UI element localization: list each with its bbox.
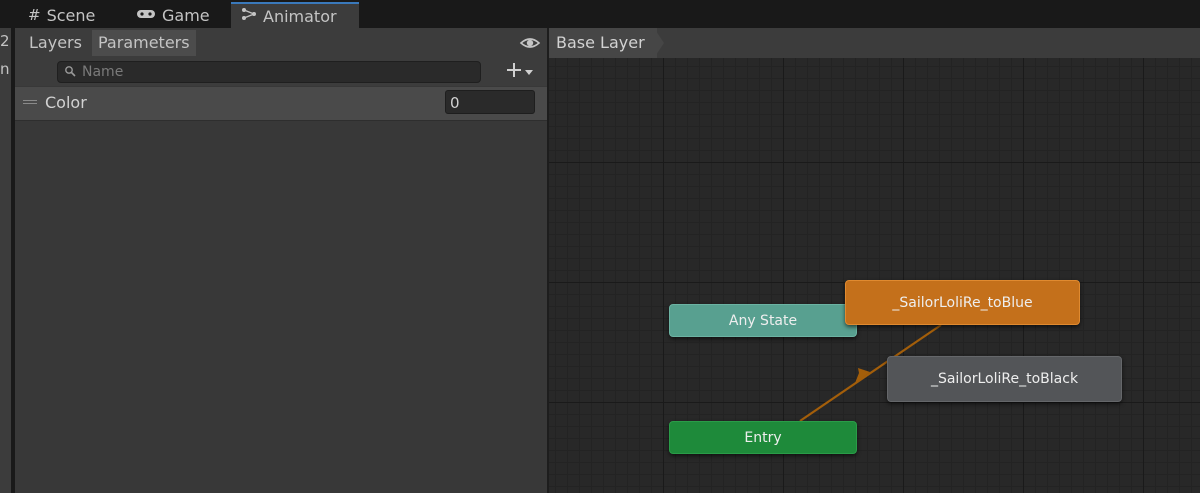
state-default-to-blue[interactable]: _SailorLoliRe_toBlue [845,280,1080,325]
any-state-label: Any State [728,312,798,329]
drag-handle-icon[interactable] [23,100,37,106]
sliver-text-1: 2 [0,32,10,50]
sliver-text-2: n [0,60,10,78]
grid-icon: # [28,6,41,24]
breadcrumb-chevron-icon [654,28,664,58]
tab-parameters[interactable]: Parameters [92,30,196,56]
tab-animator[interactable]: Animator [231,2,359,28]
state-any-state[interactable]: Any State [669,304,857,337]
transition-layer [799,324,942,422]
tab-scene[interactable]: # Scene [18,2,105,28]
eye-icon[interactable] [519,32,541,54]
parameter-search-box [57,61,481,83]
layers-parameters-tabs: Layers Parameters [15,28,547,58]
chevron-down-icon [523,63,535,81]
tab-layers[interactable]: Layers [23,30,88,56]
animator-parameters-panel: Layers Parameters Name Color 0 [15,28,547,493]
parameter-name: Color [45,93,87,112]
unity-editor: # Scene Game Animator 2 n Layers Paramet… [0,0,1200,493]
transition-arrow-icon [855,368,870,383]
to-blue-label: _SailorLoliRe_toBlue [892,294,1033,311]
hierarchy-panel-edge: 2 n [0,28,11,493]
tab-scene-label: Scene [46,5,96,25]
gamepad-icon [136,6,156,24]
editor-tab-bar: # Scene Game Animator [0,0,1200,28]
tab-game-label: Game [162,5,210,25]
animator-graph[interactable]: Base Layer Any State Entry _SailorLoliRe… [549,28,1200,493]
search-input[interactable] [78,64,466,80]
search-icon [64,65,78,79]
state-entry[interactable]: Entry [669,421,857,454]
tab-animator-label: Animator [263,6,337,26]
parameter-value-field[interactable]: 0 [445,90,535,114]
parameter-row[interactable]: Color 0 [15,87,547,121]
breadcrumb[interactable]: Base Layer [549,28,657,58]
add-parameter-button[interactable] [505,60,541,84]
tab-game[interactable]: Game [126,2,220,28]
state-to-black[interactable]: _SailorLoliRe_toBlack [887,356,1122,402]
parameter-search-row [15,58,547,86]
plus-icon [505,61,523,83]
to-black-label: _SailorLoliRe_toBlack [930,371,1079,387]
animator-icon [241,7,257,25]
breadcrumb-bar: Base Layer [549,28,1200,58]
entry-label: Entry [744,429,782,446]
